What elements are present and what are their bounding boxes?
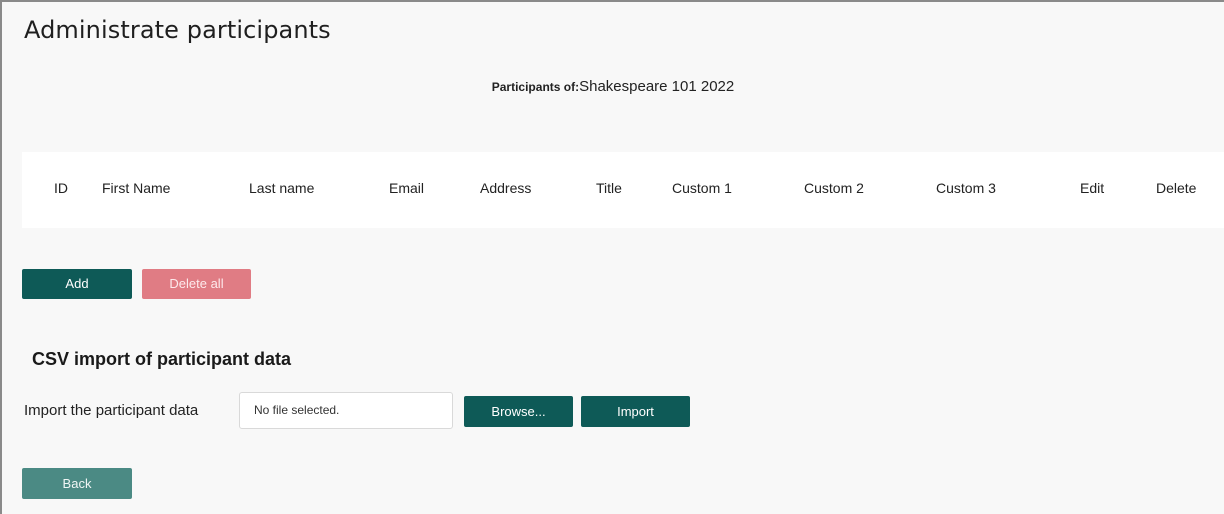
file-input[interactable]: No file selected. (239, 392, 453, 429)
column-header-custom-1[interactable]: Custom 1 (672, 180, 732, 196)
column-header-edit: Edit (1080, 180, 1105, 196)
column-header-address[interactable]: Address (480, 180, 531, 196)
file-input-status: No file selected. (254, 403, 340, 417)
column-header-custom-2[interactable]: Custom 2 (804, 180, 864, 196)
column-header-email[interactable]: Email (389, 180, 424, 196)
column-header-id[interactable]: ID (54, 180, 68, 196)
add-button[interactable]: Add (22, 269, 132, 299)
column-header-delete: Delete (1156, 180, 1197, 196)
page-frame: Administrate participants Participants o… (0, 0, 1224, 514)
column-header-first-name[interactable]: First Name (102, 180, 170, 196)
participants-heading: Participants of:Shakespeare 101 2022 (2, 78, 1224, 95)
page-title: Administrate participants (24, 16, 331, 44)
column-header-last-name[interactable]: Last name (249, 180, 314, 196)
delete-all-button[interactable]: Delete all (142, 269, 251, 299)
participants-table: ID First Name Last name Email Address Ti… (22, 152, 1224, 228)
csv-import-heading: CSV import of participant data (32, 349, 292, 369)
participants-label: Participants of: (491, 80, 580, 94)
column-header-custom-3[interactable]: Custom 3 (936, 180, 996, 196)
participants-course-name: Shakespeare 101 2022 (579, 78, 735, 95)
back-button[interactable]: Back (22, 468, 132, 499)
import-field-label: Import the participant data (24, 402, 199, 419)
browse-button[interactable]: Browse... (464, 396, 573, 427)
column-header-title[interactable]: Title (596, 180, 622, 196)
import-button[interactable]: Import (581, 396, 690, 427)
